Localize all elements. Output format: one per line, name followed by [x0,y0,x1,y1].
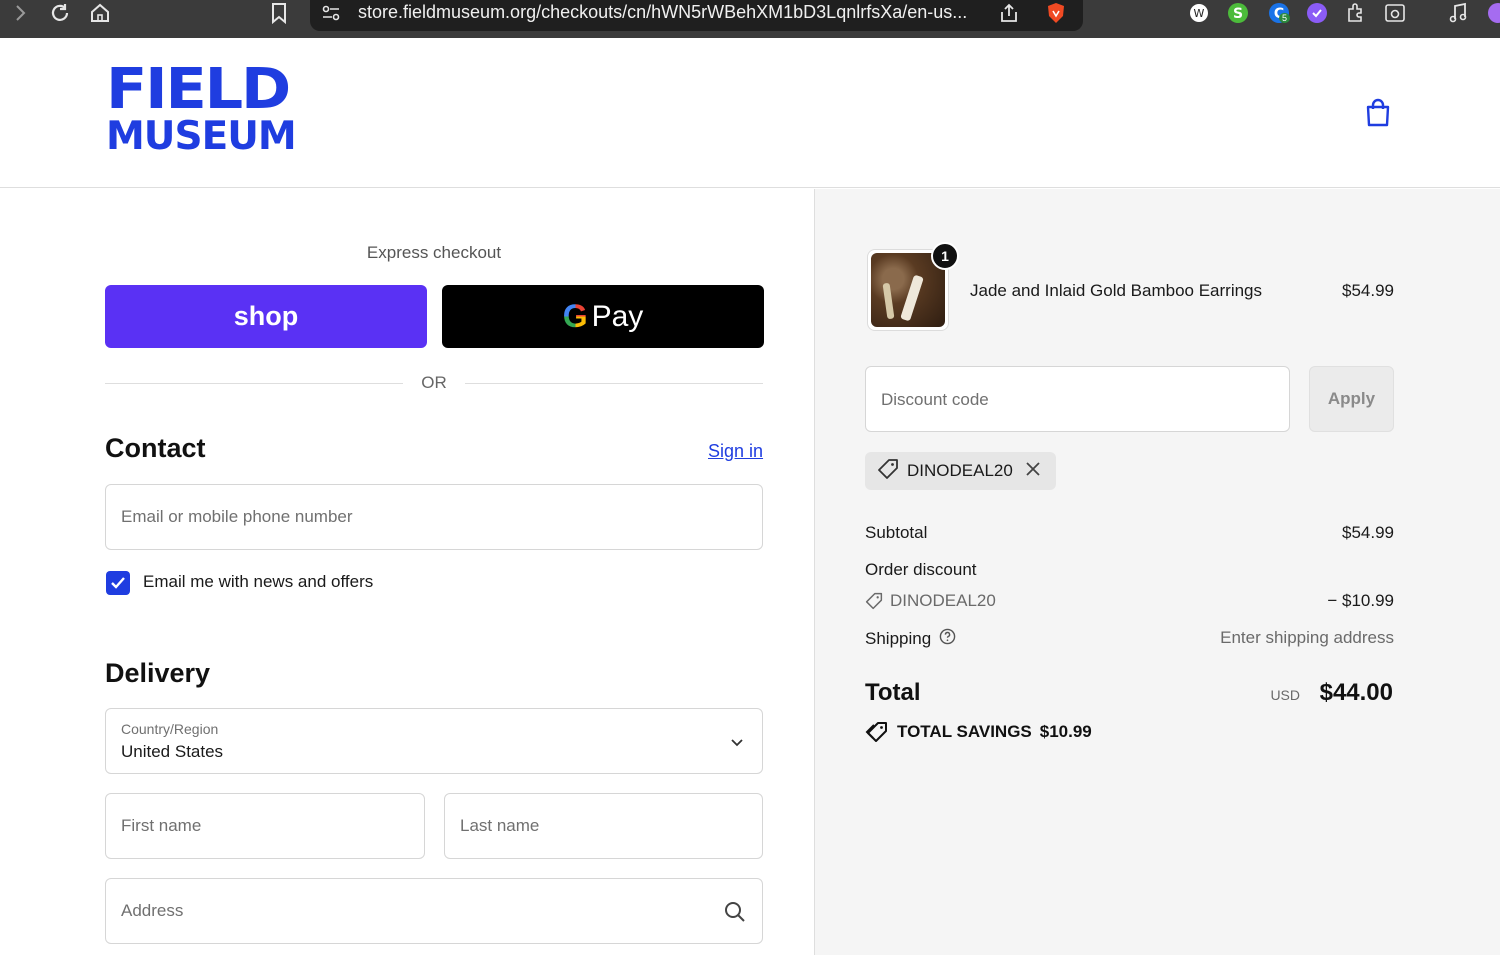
site-settings-icon[interactable] [320,0,342,26]
svg-text:W: W [1194,7,1205,20]
google-g-icon: G [562,298,588,334]
site-header: FIELD MUSEUM [0,38,1500,188]
shipping-row: Shipping Enter shipping address [865,628,1394,650]
product-price: $54.99 [1342,281,1394,300]
subtotal-label: Subtotal [865,523,928,542]
country-select[interactable]: Country/Region United States [105,708,763,774]
total-label: Total [865,679,921,706]
shipping-label-group: Shipping [865,628,956,650]
first-name-placeholder: First name [121,816,202,835]
address-placeholder: Address [121,901,184,920]
checkmark-icon [111,577,125,589]
applied-discount-chip: DINODEAL20 [865,452,1056,490]
c-extension-icon[interactable]: C [1264,0,1294,26]
discount-placeholder: Discount code [881,390,989,409]
subtotal-row: Subtotal $54.99 [865,523,1394,543]
home-icon[interactable] [87,0,113,26]
extension-count-badge: 5 [1279,13,1291,23]
help-icon[interactable] [939,628,956,650]
total-savings: TOTAL SAVINGS $10.99 [865,721,1092,743]
savings-tag-icon [865,722,887,742]
brave-shield-icon[interactable] [1044,0,1068,26]
profile-icon[interactable] [1484,0,1500,26]
field-museum-logo[interactable]: FIELD MUSEUM [106,62,297,159]
newsletter-checkbox[interactable] [106,571,130,595]
order-summary: 1 Jade and Inlaid Gold Bamboo Earrings $… [814,189,1500,955]
order-discount-label: Order discount [865,560,977,579]
contact-title: Contact [105,433,206,463]
reload-icon[interactable] [47,0,73,26]
discount-code-text: DINODEAL20 [890,591,996,610]
logo-line-1: FIELD [106,57,291,122]
extensions-puzzle-icon[interactable] [1343,0,1369,26]
address-field[interactable]: Address [105,878,763,944]
screenshot-icon[interactable] [1382,0,1408,26]
delivery-title: Delivery [105,658,211,688]
chevron-down-icon [730,735,744,753]
shopping-bag-icon[interactable] [1364,98,1392,128]
purple-extension-icon[interactable] [1304,0,1330,26]
url-text[interactable]: store.fieldmuseum.org/checkouts/cn/hWN5r… [358,2,967,23]
country-label: Country/Region [121,721,219,737]
subtotal-value: $54.99 [1342,523,1394,542]
bookmark-icon[interactable] [268,0,290,26]
quantity-badge: 1 [931,242,959,270]
shipping-value: Enter shipping address [1220,628,1394,647]
address-bar[interactable]: store.fieldmuseum.org/checkouts/cn/hWN5r… [310,0,1083,31]
checkout-form: Express checkout shop G Pay OR Contact S… [0,189,814,955]
music-icon[interactable] [1445,0,1471,26]
discount-value: − $10.99 [1327,591,1394,610]
tag-icon [865,592,883,610]
email-field[interactable]: Email or mobile phone number [105,484,763,550]
last-name-field[interactable]: Last name [444,793,763,859]
country-value: United States [121,742,224,761]
svg-text:S: S [1233,6,1243,22]
share-icon[interactable] [998,0,1020,26]
savings-label: TOTAL SAVINGS [897,722,1032,741]
shop-pay-label: shop [233,301,299,331]
discount-code-input[interactable]: Discount code [865,366,1290,432]
total-value: $44.00 [1319,679,1393,706]
order-discount-row: Order discount [865,560,1394,580]
first-name-field[interactable]: First name [105,793,425,859]
express-checkout-label: Express checkout [366,243,502,262]
logo-line-2: MUSEUM [106,114,297,159]
tag-icon [877,458,899,485]
google-pay-label: Pay [591,299,644,333]
divider-line-right [465,383,763,384]
product-name: Jade and Inlaid Gold Bamboo Earrings [970,281,1263,300]
remove-discount-icon[interactable] [1025,461,1041,482]
or-divider: OR [105,373,763,395]
wikipedia-extension-icon[interactable]: W [1187,0,1211,26]
google-pay-button[interactable]: G Pay [442,285,764,348]
s-extension-icon[interactable]: S [1225,0,1251,26]
last-name-placeholder: Last name [460,816,540,835]
savings-value: $10.99 [1039,722,1092,741]
discount-code-row: DINODEAL20 − $10.99 [865,591,1394,615]
sign-in-link[interactable]: Sign in [708,441,763,462]
apply-discount-button[interactable]: Apply [1309,366,1394,432]
email-placeholder: Email or mobile phone number [121,507,353,526]
applied-code-text: DINODEAL20 [907,461,1013,480]
browser-toolbar: store.fieldmuseum.org/checkouts/cn/hWN5r… [0,0,1500,38]
newsletter-label[interactable]: Email me with news and offers [143,572,373,592]
search-icon[interactable] [724,901,746,928]
forward-icon[interactable] [10,0,30,26]
currency-code: USD [1270,687,1300,703]
shop-pay-button[interactable]: shop [105,285,427,348]
discount-code-line: DINODEAL20 [865,591,996,611]
shipping-label: Shipping [865,629,932,648]
